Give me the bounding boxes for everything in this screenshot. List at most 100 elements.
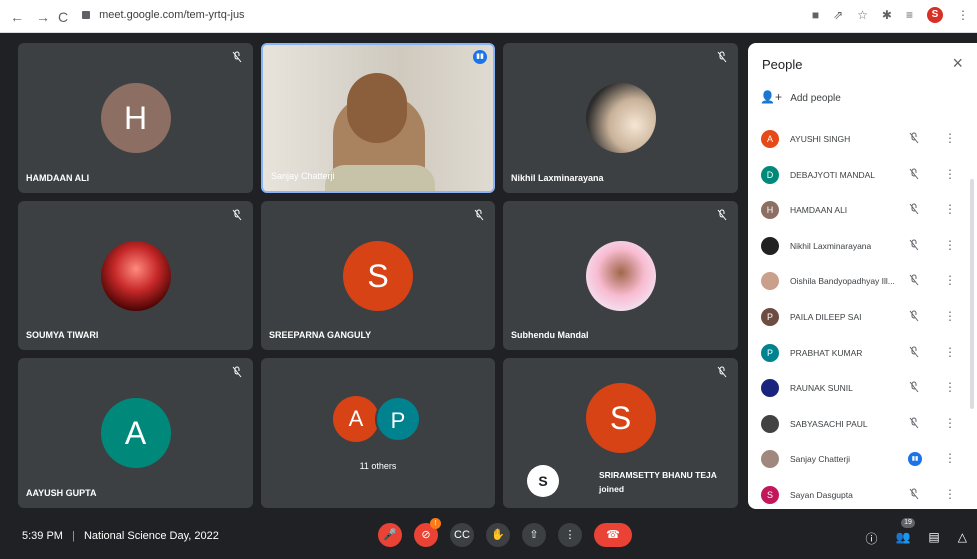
people-title: People (762, 57, 803, 72)
more-options-icon[interactable]: ⋮ (944, 451, 956, 465)
menu-icon[interactable]: ⋮ (957, 8, 969, 22)
participant-tile-video[interactable]: ▮▮ Sanjay Chatterji (261, 43, 495, 193)
people-list-item[interactable]: S Sayan Dasgupta ⋮ (748, 479, 977, 509)
mic-off-icon (909, 168, 919, 179)
avatar: P (761, 343, 779, 362)
mic-off-icon (232, 209, 242, 221)
more-options-icon[interactable]: ⋮ (944, 487, 956, 501)
participant-name: Oishila Bandyopadhyay Ill... (790, 276, 895, 287)
forward-icon[interactable]: → (36, 9, 50, 25)
star-icon[interactable]: ☆ (857, 8, 868, 22)
avatar: H (100, 83, 171, 153)
toast-avatar: S (527, 465, 559, 497)
participant-name: Nikhil Laxminarayana (790, 240, 872, 251)
more-options-icon[interactable]: ⋮ (944, 167, 956, 181)
avatar-photo (585, 83, 656, 153)
participant-tile[interactable]: A AAYUSH GUPTA (18, 358, 253, 508)
people-list-item[interactable]: SABYASACHI PAUL ⋮ (748, 408, 977, 444)
scrollbar[interactable] (970, 179, 974, 409)
participant-tile[interactable]: Nikhil Laxminarayana (503, 43, 738, 193)
mic-off-icon (474, 209, 484, 221)
back-icon[interactable]: ← (10, 9, 24, 25)
reading-list-icon[interactable]: ≡ (906, 8, 913, 22)
people-list-item[interactable]: Nikhil Laxminarayana ⋮ (748, 230, 977, 266)
people-list-item[interactable]: P PAILA DILEEP SAI ⋮ (748, 301, 977, 337)
more-options-icon[interactable]: ⋮ (944, 416, 956, 430)
avatar (761, 272, 779, 291)
info-icon[interactable]: ⓘ (865, 530, 877, 547)
participant-name: AYUSHI SINGH (790, 134, 851, 144)
mic-off-icon (909, 488, 919, 500)
people-list-item[interactable]: A AYUSHI SINGH ⋮ (748, 123, 977, 159)
participant-name: Sanjay Chatterji (790, 454, 851, 465)
participant-name: Sayan Dasgupta (790, 489, 853, 500)
camera-indicator-icon[interactable]: ■ (812, 8, 819, 22)
avatar (761, 379, 779, 398)
people-list-item[interactable]: H HAMDAAN ALI ⋮ (748, 194, 977, 230)
add-people-label: Add people (790, 93, 841, 104)
participant-tile[interactable]: H HAMDAAN ALI (18, 43, 253, 193)
people-list-item[interactable]: D DEBAJYOTI MANDAL ⋮ (748, 159, 977, 195)
people-list-item[interactable]: Oishila Bandyopadhyay Ill... ⋮ (748, 265, 977, 301)
people-icon[interactable]: 👥 (895, 530, 910, 547)
avatar: A (333, 396, 379, 442)
lock-icon (82, 11, 90, 20)
avatar: S (761, 485, 779, 504)
share-icon[interactable]: ⇗ (833, 8, 843, 22)
avatar: A (100, 398, 171, 468)
participant-tile[interactable]: S SREEPARNA GANGULY (261, 201, 495, 350)
others-tile[interactable]: A P 11 others (261, 358, 495, 508)
add-person-icon: 👤+ (760, 90, 782, 104)
profile-avatar[interactable]: S (927, 7, 943, 23)
participant-name: Sanjay Chatterji (271, 171, 335, 181)
close-icon[interactable]: × (952, 53, 963, 74)
join-notification: S SRIRAMSETTY BHANU TEJA joined (503, 457, 731, 505)
people-list: A AYUSHI SINGH ⋮ D DEBAJYOTI MANDAL ⋮ H HAMDAAN… (748, 123, 977, 509)
mic-off-icon (909, 346, 919, 357)
more-options-icon[interactable]: ⋮ (944, 238, 956, 252)
reload-icon[interactable]: C (58, 9, 68, 25)
mic-toggle-button[interactable]: 🎤 (378, 523, 402, 547)
mic-off-icon (232, 51, 242, 63)
people-list-item[interactable]: RAUNAK SUNIL ⋮ (748, 372, 977, 408)
participant-tile[interactable]: SOUMYA TIWARI (18, 201, 253, 350)
chat-icon[interactable]: ▤ (928, 530, 939, 547)
person-face (347, 73, 407, 143)
captions-button[interactable]: CC (450, 523, 474, 547)
more-options-icon[interactable]: ⋮ (944, 273, 956, 287)
participant-name: PAILA DILEEP SAI (790, 311, 862, 322)
participant-tile[interactable]: Subhendu Mandal (503, 201, 738, 350)
mic-off-icon (717, 51, 727, 63)
camera-toggle-button[interactable]: ⊘! (414, 518, 441, 547)
avatar: P (375, 396, 421, 442)
participant-name: DEBAJYOTI MANDAL (790, 169, 876, 180)
people-list-item[interactable]: Sanjay Chatterji ▮▮ ⋮ (748, 443, 977, 479)
avatar: H (761, 201, 779, 220)
present-button[interactable]: ⇧ (522, 523, 546, 547)
meeting-name: National Science Day, 2022 (83, 530, 219, 542)
speaking-indicator-icon: ▮▮ (473, 50, 487, 64)
more-options-icon[interactable]: ⋮ (944, 380, 956, 394)
participant-name: Subhendu Mandal (511, 330, 589, 340)
participant-name: AAYUSH GUPTA (26, 488, 97, 498)
more-options-icon[interactable]: ⋮ (944, 309, 956, 323)
raise-hand-button[interactable]: ✋ (486, 523, 510, 547)
extensions-icon[interactable]: ✱ (882, 8, 892, 22)
address-bar[interactable]: meet.google.com/tem-yrtq-jus (82, 9, 245, 21)
more-options-button[interactable]: ⋮ (558, 523, 582, 547)
mic-off-icon (909, 417, 919, 429)
mic-off-icon (232, 366, 242, 378)
bottom-bar: 5:39 PM | National Science Day, 2022 🎤 ⊘… (0, 512, 977, 559)
more-options-icon[interactable]: ⋮ (944, 131, 956, 145)
person-shirt (325, 165, 435, 191)
avatar: D (761, 165, 779, 184)
end-call-button[interactable]: ☎ (594, 523, 632, 547)
more-options-icon[interactable]: ⋮ (944, 345, 956, 359)
participant-name: HAMDAAN ALI (790, 205, 848, 216)
warning-badge: ! (430, 518, 441, 529)
activities-icon[interactable]: △ (958, 530, 967, 547)
people-list-item[interactable]: P PRABHAT KUMAR ⋮ (748, 337, 977, 373)
more-options-icon[interactable]: ⋮ (944, 202, 956, 216)
add-people-button[interactable]: 👤+ Add people (760, 90, 841, 104)
mic-off-icon (717, 209, 727, 221)
